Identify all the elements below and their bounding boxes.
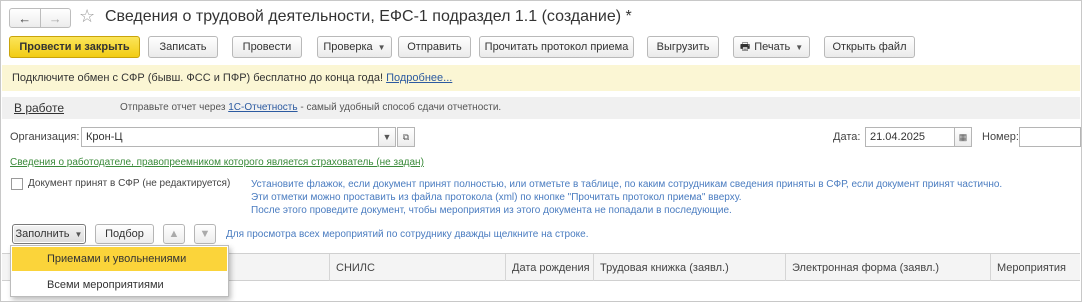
forward-arrow-icon[interactable]: →	[39, 9, 71, 27]
print-label: Печать	[754, 41, 791, 53]
save-button[interactable]: Записать	[148, 36, 218, 58]
fill-menu: Приемами и увольнениями Всеми мероприяти…	[10, 245, 229, 297]
date-field[interactable]: 21.04.2025	[865, 127, 955, 147]
number-label: Номер:	[982, 131, 1019, 143]
chevron-down-icon: ▼	[377, 42, 386, 52]
status-hint-text: Отправьте отчет через	[120, 102, 226, 113]
status-hint-tail: - самый удобный способ сдачи отчетности.	[297, 102, 502, 113]
promo-banner: Подключите обмен с СФР (бывш. ФСС и ПФР)…	[2, 65, 1080, 91]
accepted-checkbox[interactable]	[11, 178, 23, 190]
document-window: ← → ☆ Сведения о трудовой деятельности, …	[0, 0, 1082, 302]
nav-buttons: ← →	[9, 8, 71, 28]
accepted-label: Документ принят в СФР (не редактируется)	[28, 178, 231, 189]
table-hint: Для просмотра всех мероприятий по сотруд…	[226, 229, 589, 240]
chevron-down-icon: ▼	[74, 229, 83, 239]
print-dropdown-button[interactable]: 🖶 Печать ▼	[733, 36, 810, 58]
pick-button[interactable]: Подбор	[95, 224, 154, 244]
otchetnost-link[interactable]: 1С-Отчетность	[228, 102, 297, 113]
menu-item-hires-and-dismissals[interactable]: Приемами и увольнениями	[12, 247, 227, 271]
column-work-book[interactable]: Трудовая книжка (заявл.)	[593, 254, 784, 281]
number-field[interactable]	[1019, 127, 1081, 147]
employer-successor-link[interactable]: Сведения о работодателе, правопреемником…	[10, 157, 424, 168]
send-button[interactable]: Отправить	[398, 36, 471, 58]
star-icon[interactable]: ☆	[79, 6, 95, 27]
hint-line-2: Эти отметки можно проставить из файла пр…	[251, 192, 742, 203]
hint-line-3: После этого проведите документ, чтобы ме…	[251, 205, 732, 216]
organization-open-icon[interactable]: ⧉	[397, 127, 415, 147]
upload-button[interactable]: Выгрузить	[647, 36, 719, 58]
fill-dropdown-button[interactable]: Заполнить ▼	[12, 224, 86, 244]
check-dropdown-button[interactable]: Проверка ▼	[317, 36, 392, 58]
banner-text: Подключите обмен с СФР (бывш. ФСС и ПФР)…	[12, 72, 384, 84]
column-events[interactable]: Мероприятия	[990, 254, 1080, 281]
fill-label: Заполнить	[15, 228, 70, 240]
status-row: В работе Отправьте отчет через 1С-Отчетн…	[2, 97, 1080, 119]
organization-field[interactable]: Крон-Ц	[81, 127, 379, 147]
organization-dropdown-icon[interactable]: ▼	[378, 127, 396, 147]
date-label: Дата:	[833, 131, 861, 143]
column-birth-date[interactable]: Дата рождения	[505, 254, 592, 281]
post-and-close-button[interactable]: Провести и закрыть	[9, 36, 140, 58]
back-arrow-icon[interactable]: ←	[10, 9, 40, 27]
column-snils[interactable]: СНИЛС	[329, 254, 504, 281]
open-file-button[interactable]: Открыть файл	[824, 36, 915, 58]
chevron-down-icon: ▼	[795, 42, 804, 52]
organization-label: Организация:	[10, 131, 80, 143]
printer-icon: 🖶	[739, 39, 751, 53]
status-hint: Отправьте отчет через 1С-Отчетность - са…	[120, 102, 501, 113]
move-up-icon[interactable]: ▲	[163, 224, 185, 244]
check-label: Проверка	[323, 41, 373, 53]
read-protocol-button[interactable]: Прочитать протокол приема	[479, 36, 634, 58]
hint-line-1: Установите флажок, если документ принят …	[251, 179, 1003, 190]
window-title: Сведения о трудовой деятельности, ЕФС-1 …	[105, 8, 632, 25]
menu-item-all-events[interactable]: Всеми мероприятиями	[12, 273, 227, 297]
post-button[interactable]: Провести	[232, 36, 302, 58]
calendar-icon[interactable]: ▦	[954, 127, 972, 147]
move-down-icon[interactable]: ▼	[194, 224, 216, 244]
status-link[interactable]: В работе	[14, 101, 64, 115]
column-electronic-form[interactable]: Электронная форма (заявл.)	[785, 254, 989, 281]
banner-more-link[interactable]: Подробнее...	[386, 72, 452, 84]
